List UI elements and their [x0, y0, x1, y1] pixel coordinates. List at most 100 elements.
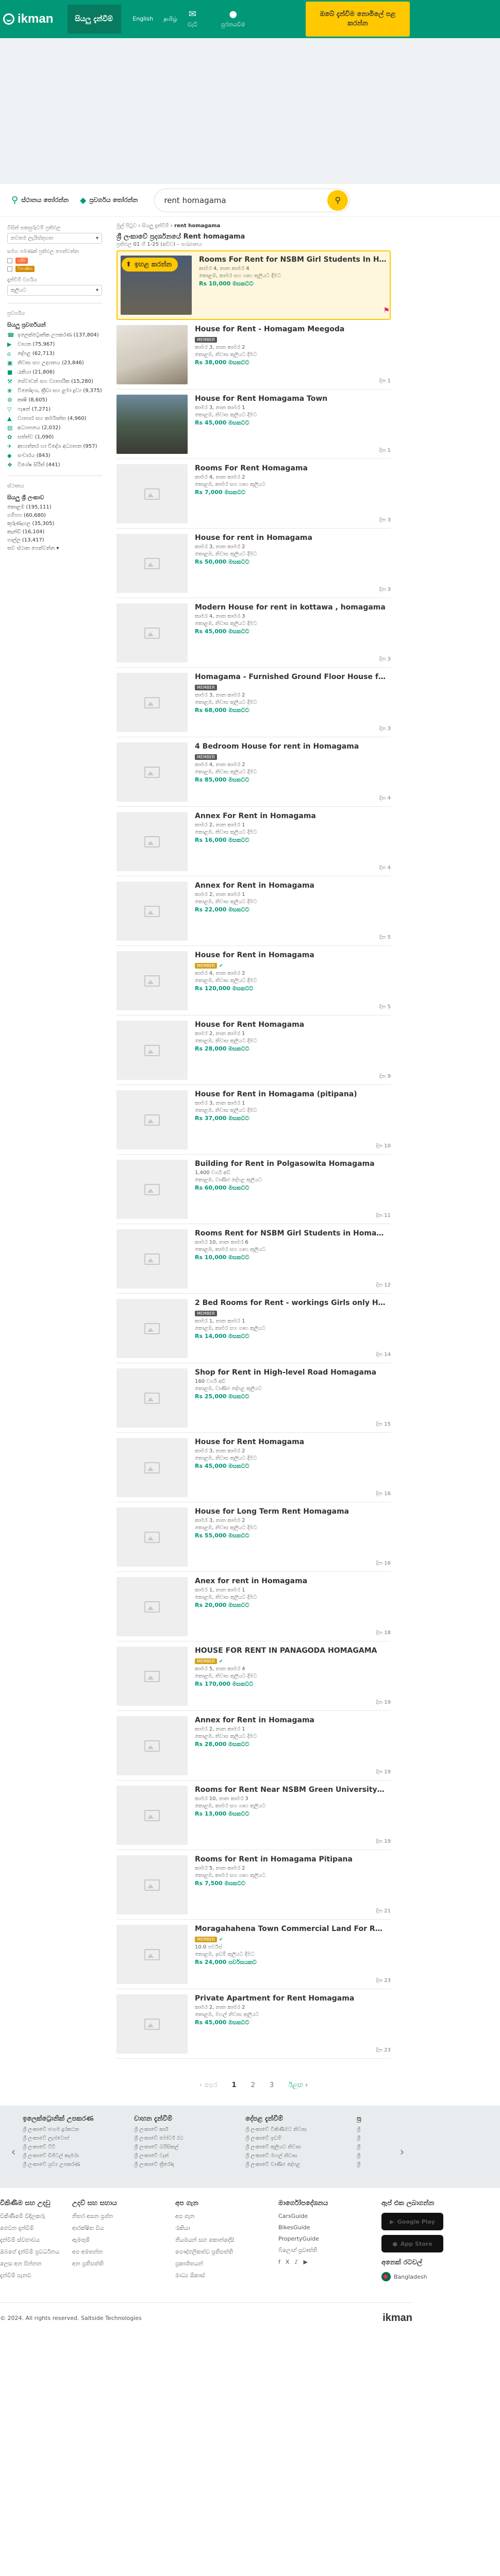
popular-link[interactable]: ශ්‍රී ලංකාවේ වෑන්	[134, 2153, 242, 2159]
footer-link[interactable]: අන ප්‍රතිපත්ති	[72, 2260, 175, 2267]
chat-button[interactable]: ✉ චැට්	[188, 10, 197, 28]
location-selector[interactable]: ⚲ ස්ථානය තෝරන්න	[11, 195, 69, 206]
page-1-link[interactable]: 1	[232, 2081, 237, 2089]
footer-link[interactable]: දැන්වීම් ස්වභාවය	[0, 2236, 72, 2244]
ad-title[interactable]: 2 Bed Rooms for Rent - workings Girls on…	[195, 1299, 386, 1307]
footer-link[interactable]: ලෙස අන පින්නන	[0, 2260, 72, 2267]
ad-thumbnail[interactable]	[116, 534, 188, 593]
ad-title[interactable]: Modern House for rent in kottawa , homag…	[195, 603, 386, 612]
facebook-icon[interactable]: f	[278, 2259, 280, 2265]
ad-thumbnail[interactable]	[116, 1438, 188, 1497]
category-link[interactable]: ▤ අධ්‍යාපනය (2,032)	[7, 425, 102, 431]
ad-card[interactable]: Rooms for Rent in Homagama Pitipana කාමර …	[116, 1850, 391, 1920]
checkbox[interactable]	[7, 258, 12, 263]
lang-english-link[interactable]: English	[132, 15, 153, 23]
ad-card[interactable]: House for rent in Homagama කාමර 3, නාන කා…	[116, 529, 391, 598]
ad-title[interactable]: Homagama - Furnished Ground Floor House …	[195, 673, 386, 681]
ad-thumbnail[interactable]	[116, 742, 188, 802]
ad-title[interactable]: Annex for Rent in Homagama	[195, 882, 386, 890]
category-link[interactable]: ❀ විනෝදාංශ, ක්‍රීඩා සහ ළමා ද්‍රව්‍ය (9,37…	[7, 387, 102, 394]
breadcrumb-all-ads[interactable]: සියලු දැන්වීම්	[142, 223, 169, 229]
ad-card[interactable]: Anex for rent in Homagama කාමර 1, නාන කාම…	[116, 1572, 391, 1641]
ad-thumbnail[interactable]	[116, 1299, 188, 1358]
ad-card[interactable]: House for Rent in Homagama (pitipana) කාම…	[116, 1085, 391, 1155]
popular-link[interactable]: ශ්‍රී	[357, 2144, 393, 2150]
ad-title[interactable]: Moragahahena Town Commercial Land For Re…	[195, 1925, 386, 1933]
popular-link[interactable]: ශ්‍රී ලංකාවේ බයිසිකල්	[134, 2144, 242, 2150]
ad-thumbnail[interactable]	[116, 812, 188, 871]
category-link[interactable]: ▽ ෆැෂන් (7,271)	[7, 406, 102, 413]
ad-card[interactable]: House for Rent Homagama කාමර 2, නාන කාමර …	[116, 1015, 391, 1085]
ad-card[interactable]: Annex For Rent in Homagama කාමර 2, නාන කා…	[116, 807, 391, 876]
ad-card[interactable]: 4 Bedroom House for rent in Homagama MEMB…	[116, 737, 391, 807]
ad-thumbnail[interactable]	[116, 1647, 188, 1706]
category-link[interactable]: ■ රැකියා (21,806)	[7, 369, 102, 376]
location-link[interactable]: ගම්පහ (60,680)	[7, 513, 102, 518]
popular-link[interactable]: ශ්‍රී	[357, 2162, 393, 2167]
category-selector[interactable]: ◆ ප්‍රවර්ගය තෝරන්න	[80, 195, 138, 205]
ad-card[interactable]: House for Rent Homagama කාමර 3, නාන කාමර …	[116, 1433, 391, 1502]
ad-thumbnail[interactable]	[116, 1716, 188, 1775]
ad-thumbnail[interactable]	[116, 1855, 188, 1914]
ad-card[interactable]: Rooms Rent for NSBM Girl Students in Hom…	[116, 1224, 391, 1294]
popular-link[interactable]: ශ්‍රී ලංකාවේ මෝටර් රථ	[134, 2136, 242, 2141]
popular-link[interactable]: ශ්‍රී ලංකාවේ කාර්	[134, 2127, 242, 2132]
location-link[interactable]: කුරුණෑගල (35,305)	[7, 521, 102, 527]
ad-thumbnail[interactable]	[116, 1160, 188, 1219]
ad-thumbnail[interactable]	[116, 882, 188, 941]
all-ads-button[interactable]: සියලු දැන්වීම්	[68, 5, 122, 33]
footer-link[interactable]: දැන්වීම් පැනව	[0, 2272, 72, 2279]
footer-link[interactable]: නියමයන් සහ කොන්දේසි	[175, 2236, 278, 2244]
ad-title[interactable]: 4 Bedroom House for rent in Homagama	[195, 742, 386, 751]
popular-link[interactable]: ශ්‍රී ලංකාවේ ඩිජිටල් කැමරා	[23, 2153, 131, 2159]
login-button[interactable]: ● පුරනයවීම	[221, 10, 245, 28]
ad-title[interactable]: House for Rent - Homagam Meegoda	[195, 325, 386, 333]
ad-card[interactable]: Rooms For Rent Homagama කාමර 4, නාන කාමර …	[116, 459, 391, 529]
ad-card[interactable]: Annex for Rent in Homagama කාමර 2, නාන කා…	[116, 876, 391, 946]
carousel-prev-icon[interactable]: ‹	[6, 2115, 21, 2159]
footer-link[interactable]: මාධ්‍ය ඕකාස්	[175, 2272, 278, 2279]
footer-link[interactable]: ආරක්ෂිත විය	[72, 2225, 175, 2232]
ad-title[interactable]: House for Rent Homagama Town	[195, 395, 386, 403]
ad-thumbnail[interactable]	[116, 1090, 188, 1149]
ad-title[interactable]: Rooms for Rent Near NSBM Green Universit…	[195, 1786, 386, 1794]
category-link[interactable]: ✿ සත්ත්ව (1,090)	[7, 434, 102, 440]
ad-thumbnail[interactable]	[116, 1925, 188, 1984]
sort-select[interactable]: නවතම ලැයිස්තුගත ▾	[7, 233, 102, 244]
more-locations-link[interactable]: තව ස්ථාන පෙන්වන්න ▾	[7, 546, 102, 551]
x-icon[interactable]: X	[286, 2259, 290, 2265]
ad-title[interactable]: House for Rent Homagama	[195, 1438, 386, 1446]
ad-title[interactable]: House for Rent in Homagama	[195, 951, 386, 959]
ad-title[interactable]: Private Apartment for Rent Homagama	[195, 1994, 386, 2003]
popular-link[interactable]: ශ්‍රී ලංකාවේ මහල් නිවාස	[245, 2153, 354, 2159]
ad-card[interactable]: HOUSE FOR RENT IN PANAGODA HOMAGAMA MEMBE…	[116, 1641, 391, 1711]
ad-thumbnail[interactable]	[116, 1507, 188, 1567]
ad-thumbnail[interactable]	[116, 1021, 188, 1080]
ad-card[interactable]: Annex for Rent in Homagama කාමර 2, නාන කා…	[116, 1711, 391, 1781]
category-link[interactable]: ▶ වාහන (75,967)	[7, 341, 102, 348]
ad-title[interactable]: House for Long Term Rent Homagama	[195, 1507, 386, 1516]
ad-thumbnail[interactable]	[116, 1229, 188, 1289]
search-button[interactable]: ⚲	[327, 190, 348, 211]
ad-thumbnail[interactable]	[116, 673, 188, 732]
category-link[interactable]: ⚒ සේවාවන් සහ ව්‍යාපාරික (15,280)	[7, 378, 102, 385]
footer-link[interactable]: PropertyGuide	[278, 2235, 381, 2242]
popular-link[interactable]: ශ්‍රී ලංකාවේ ඉඩම්	[245, 2136, 354, 2141]
ad-title[interactable]: Rooms For Rent Homagama	[195, 464, 386, 472]
ad-card[interactable]: Modern House for rent in kottawa , homag…	[116, 598, 391, 668]
popular-link[interactable]: ශ්‍රී ලංකාවේ ලැප්ටොප්	[23, 2136, 131, 2141]
popular-link[interactable]: ශ්‍රී ලංකාවේ විකිණීමට නිවාස	[245, 2127, 354, 2132]
next-page-button[interactable]: ඊළඟ ›	[288, 2081, 308, 2089]
popular-link[interactable]: ශ්‍රී	[357, 2127, 393, 2132]
category-link[interactable]: ▣ නිවාස සහ උද්‍යානය (23,846)	[7, 360, 102, 366]
country-link[interactable]: Bangladesh	[381, 2272, 448, 2281]
carousel-next-icon[interactable]: ›	[395, 2115, 409, 2159]
location-link[interactable]: ගාල්ල (13,417)	[7, 537, 102, 543]
ad-card[interactable]: House for Rent Homagama Town කාමර 3, නාන …	[116, 389, 391, 459]
lang-tamil-link[interactable]: தமிழ்	[163, 15, 177, 23]
footer-link[interactable]: විකිණීමේ විදිලකරු	[0, 2213, 72, 2220]
ad-card[interactable]: House for Long Term Rent Homagama කාමර 3,…	[116, 1502, 391, 1572]
footer-link[interactable]: නිතර අසන ප්‍රශ්න	[72, 2213, 175, 2220]
ad-card[interactable]: Private Apartment for Rent Homagama කාමර …	[116, 1989, 391, 2059]
popular-link[interactable]: ශ්‍රී ලංකාවේ ශ්‍රව්‍ය උපකරණ	[23, 2162, 131, 2167]
